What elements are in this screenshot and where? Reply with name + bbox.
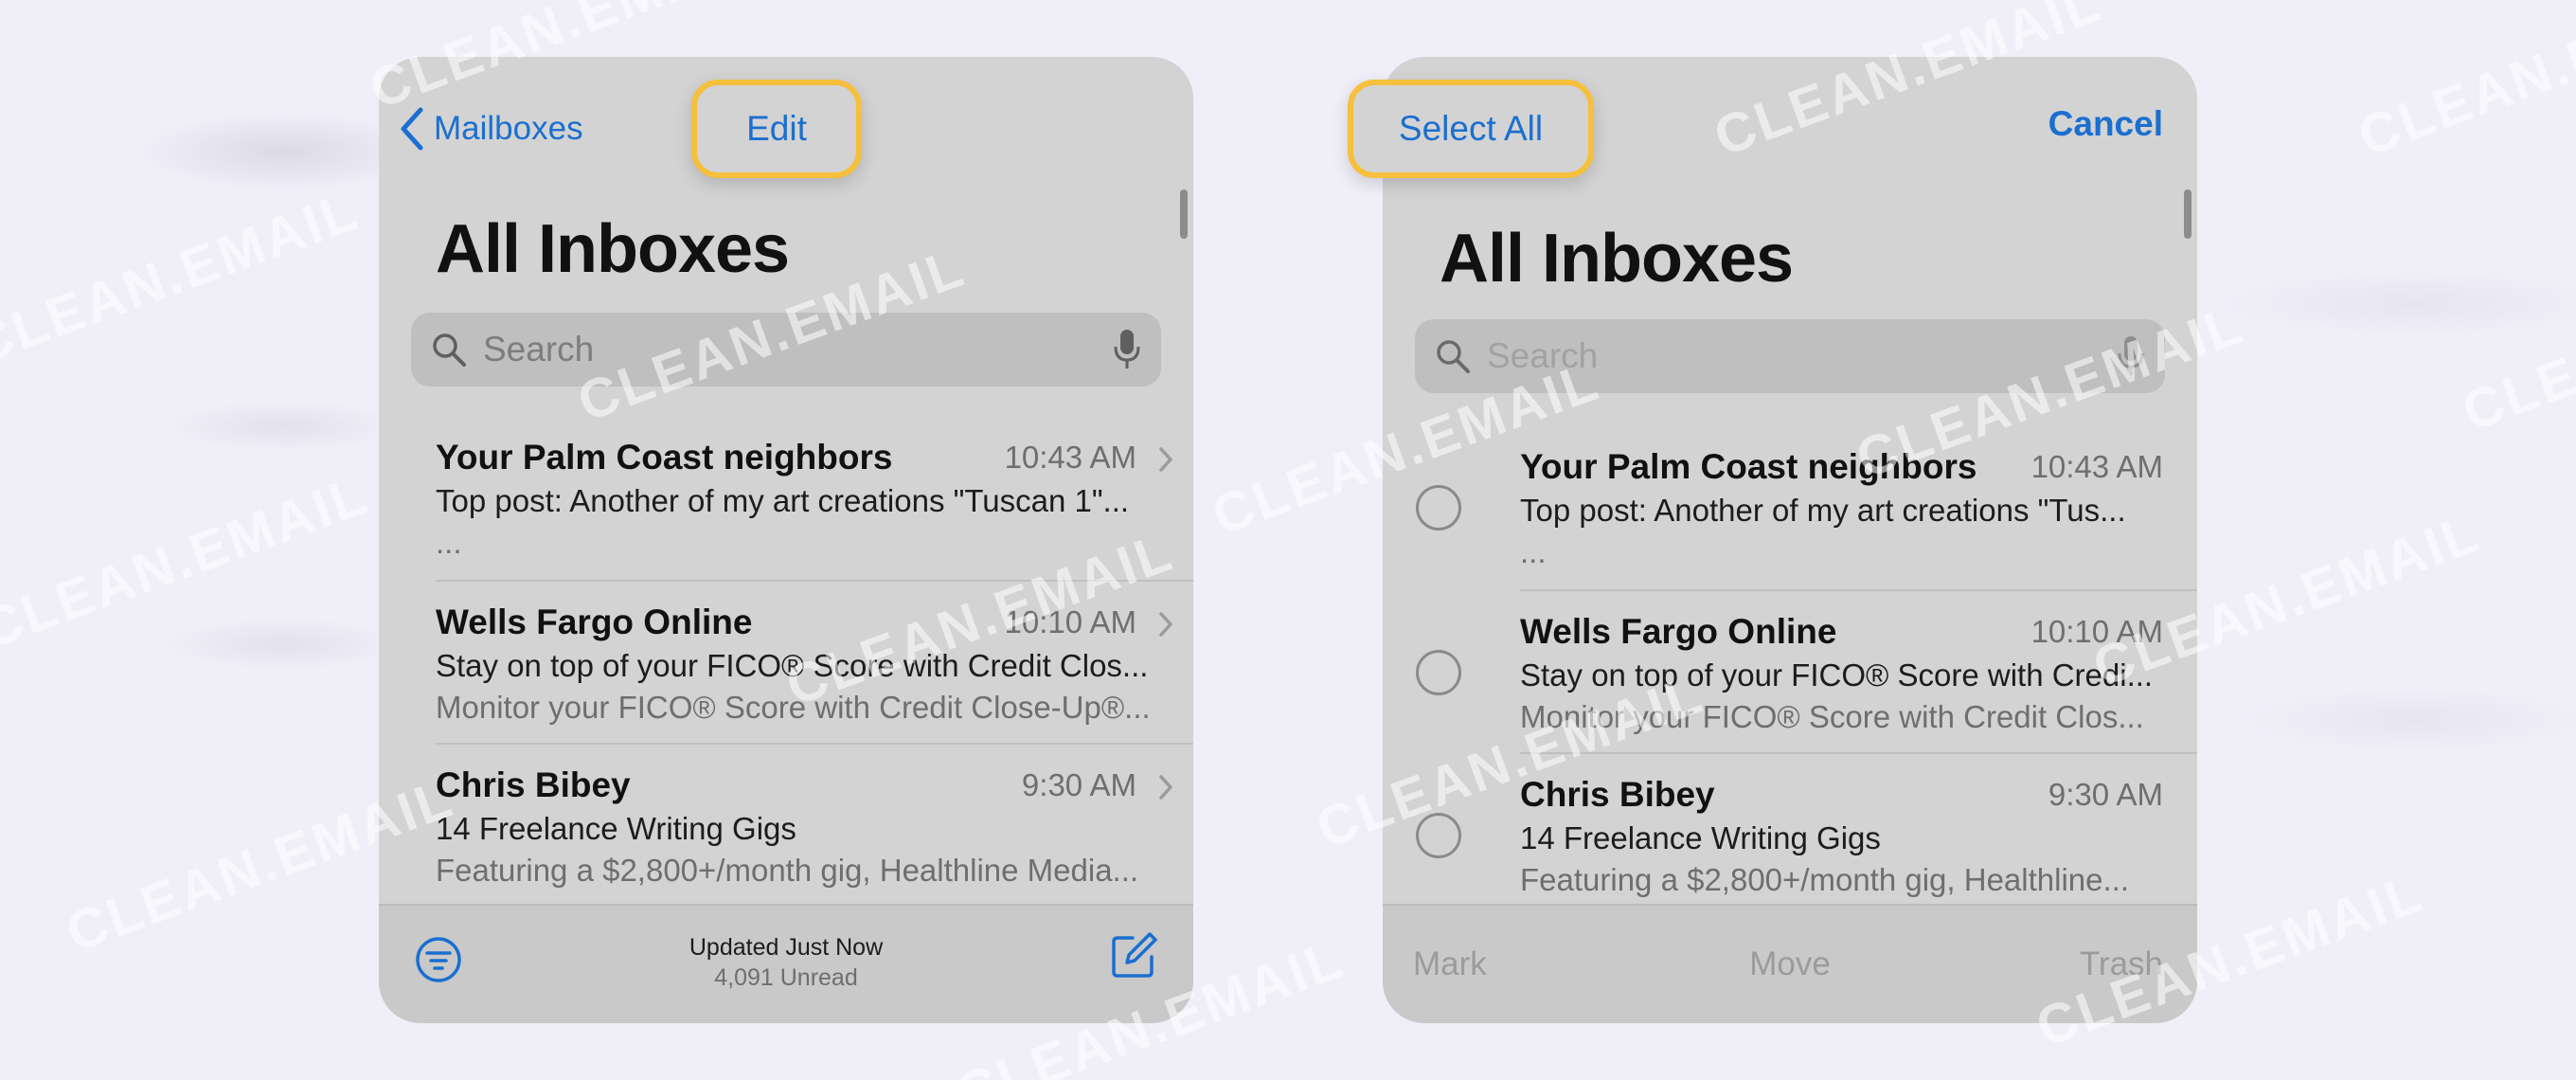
message-subject: Top post: Another of my art creations "T… bbox=[1520, 493, 2126, 528]
message-subject: 14 Freelance Writing Gigs bbox=[1520, 820, 1881, 855]
chevron-left-icon bbox=[401, 107, 423, 151]
search-bar[interactable]: Search bbox=[411, 313, 1161, 387]
message-list: Your Palm Coast neighbors 10:43 AM Top p… bbox=[379, 417, 1193, 906]
updated-status: Updated Just Now bbox=[689, 934, 884, 961]
message-row[interactable]: Your Palm Coast neighbors 10:43 AM Top p… bbox=[1416, 426, 2197, 589]
chevron-right-icon bbox=[1159, 775, 1172, 800]
message-sender: Your Palm Coast neighbors bbox=[436, 438, 893, 477]
message-preview: Featuring a $2,800+/month gig, Healthlin… bbox=[1520, 862, 2130, 897]
move-button[interactable]: Move bbox=[1383, 945, 2197, 983]
message-sender: Chris Bibey bbox=[1520, 775, 1715, 814]
mailboxes-back-button[interactable]: Mailboxes bbox=[398, 106, 583, 152]
search-placeholder: Search bbox=[483, 330, 595, 369]
cancel-button[interactable]: Cancel bbox=[2048, 104, 2163, 144]
message-sender: Your Palm Coast neighbors bbox=[1520, 447, 1977, 486]
search-icon bbox=[433, 333, 466, 367]
message-row[interactable]: Chris Bibey 9:30 AM 14 Freelance Writing… bbox=[1416, 752, 2197, 915]
compose-icon[interactable] bbox=[1108, 930, 1159, 981]
search-bar[interactable]: Search bbox=[1415, 319, 2165, 393]
trash-button[interactable]: Trash bbox=[2080, 945, 2163, 983]
message-row[interactable]: Your Palm Coast neighbors 10:43 AM Top p… bbox=[436, 417, 1193, 580]
message-subject: Stay on top of your FICO® Score with Cre… bbox=[1520, 657, 2154, 693]
message-subject: Top post: Another of my art creations "T… bbox=[436, 483, 1130, 518]
mail-edit-view: Cancel All Inboxes Search Your Palm Coas… bbox=[1383, 57, 2197, 1023]
select-checkbox[interactable] bbox=[1416, 650, 1461, 695]
message-subject: 14 Freelance Writing Gigs bbox=[436, 811, 796, 846]
message-preview: Monitor your FICO® Score with Credit Clo… bbox=[436, 690, 1151, 725]
scrollbar[interactable] bbox=[1180, 189, 1188, 239]
select-checkbox[interactable] bbox=[1416, 485, 1461, 531]
edit-button[interactable]: Edit bbox=[691, 80, 862, 178]
message-list: Your Palm Coast neighbors 10:43 AM Top p… bbox=[1383, 426, 2197, 915]
mailboxes-back-label: Mailboxes bbox=[434, 110, 583, 147]
microphone-icon[interactable] bbox=[1112, 328, 1142, 371]
message-time: 10:10 AM bbox=[1004, 604, 1136, 639]
message-row[interactable]: Wells Fargo Online 10:10 AM Stay on top … bbox=[436, 580, 1193, 743]
message-time: 10:43 AM bbox=[2030, 449, 2163, 484]
message-time: 10:10 AM bbox=[2030, 614, 2163, 649]
message-subject: Stay on top of your FICO® Score with Cre… bbox=[436, 648, 1149, 683]
unread-count: 4,091 Unread bbox=[714, 964, 858, 991]
page-title: All Inboxes bbox=[436, 211, 790, 287]
message-sender: Wells Fargo Online bbox=[1520, 612, 1837, 651]
bottom-toolbar: Mark Move Trash bbox=[1383, 904, 2197, 1023]
message-time: 9:30 AM bbox=[2048, 777, 2163, 812]
mail-list-view: Mailboxes All Inboxes Search Your Palm C… bbox=[379, 57, 1193, 1023]
select-checkbox[interactable] bbox=[1416, 813, 1461, 858]
message-preview: ... bbox=[436, 525, 462, 560]
chevron-right-icon bbox=[1159, 447, 1172, 472]
select-all-button[interactable]: Select All bbox=[1348, 80, 1594, 178]
message-row[interactable]: Chris Bibey 9:30 AM 14 Freelance Writing… bbox=[436, 743, 1193, 906]
search-icon bbox=[1437, 340, 1470, 373]
scrollbar[interactable] bbox=[2184, 189, 2191, 239]
chevron-right-icon bbox=[1159, 612, 1172, 637]
microphone-icon[interactable] bbox=[2116, 334, 2146, 378]
message-sender: Wells Fargo Online bbox=[436, 603, 753, 641]
message-sender: Chris Bibey bbox=[436, 765, 631, 804]
message-preview: ... bbox=[1520, 534, 1547, 569]
message-time: 9:30 AM bbox=[1021, 767, 1136, 802]
message-preview: Featuring a $2,800+/month gig, Healthlin… bbox=[436, 853, 1139, 888]
bottom-toolbar: Updated Just Now 4,091 Unread bbox=[379, 904, 1193, 1023]
search-placeholder: Search bbox=[1487, 336, 1599, 375]
message-time: 10:43 AM bbox=[1004, 440, 1136, 475]
message-preview: Monitor your FICO® Score with Credit Clo… bbox=[1520, 699, 2144, 734]
message-row[interactable]: Wells Fargo Online 10:10 AM Stay on top … bbox=[1416, 589, 2197, 752]
page-title: All Inboxes bbox=[1440, 221, 1794, 297]
